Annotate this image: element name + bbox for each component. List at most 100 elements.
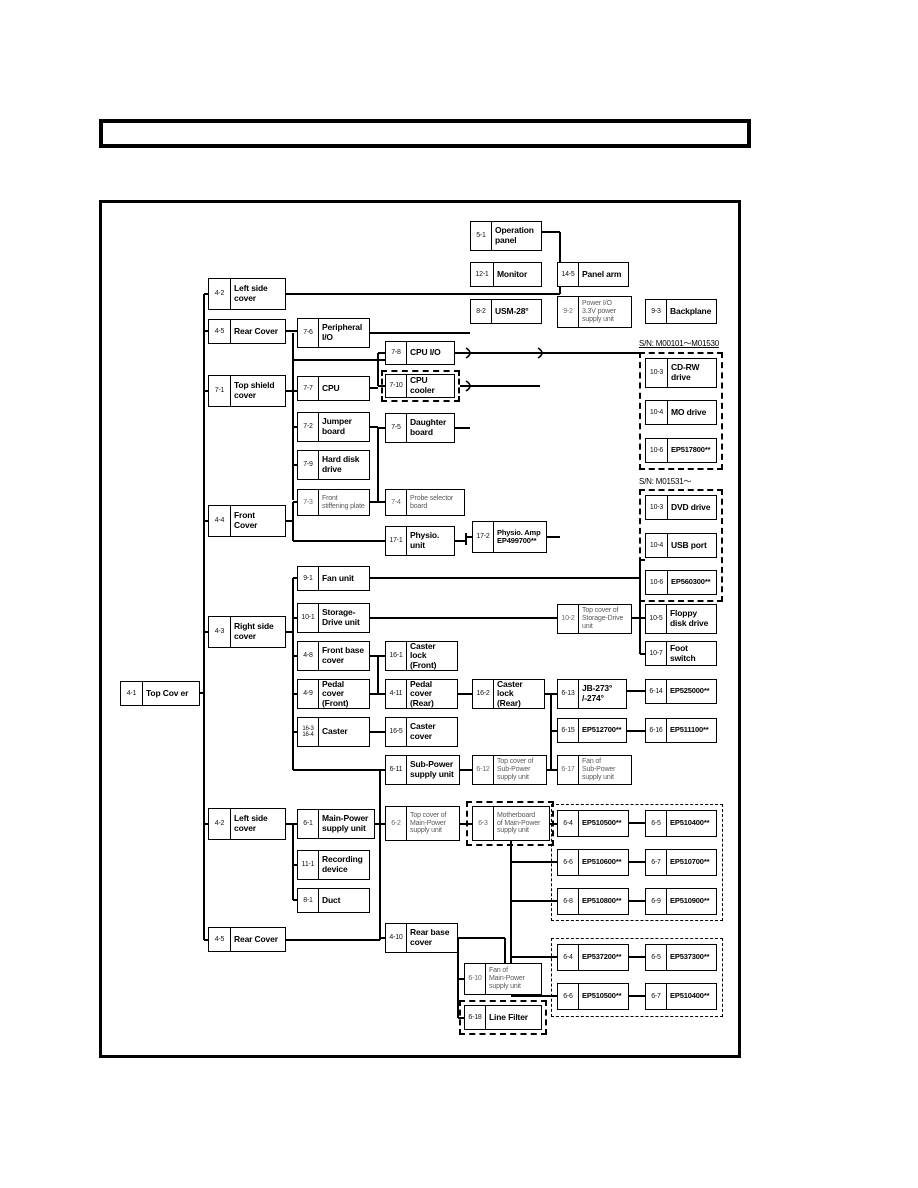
node-ref-number: 6-12 (473, 756, 494, 784)
node-ref-number: 4-5 (209, 928, 231, 951)
diagram-node-n9-3: 9-3 Backplane (645, 299, 717, 324)
diagram-node-n7-1: 7-1 Top shield cover (208, 375, 286, 407)
node-ref-number: 11-1 (298, 851, 319, 879)
node-label: EP510700** (670, 857, 710, 867)
node-ref-number: 10-3 (646, 359, 668, 387)
node-ref-number: 6-4 (558, 811, 579, 836)
diagram-node-n6-7a: 6-7 EP510700** (645, 849, 717, 876)
diagram-node-n7-4: 7-4 Probe selector board (385, 489, 465, 516)
diagram-node-n4-2b: 4-2 Left side cover (208, 808, 286, 840)
diagram-node-n4-8: 4-8 Front base cover (297, 641, 370, 671)
diagram-node-n4-3: 4-3 Right side cover (208, 616, 286, 648)
node-ref-number: 10-1 (298, 604, 319, 632)
node-ref-number: 7-10 (386, 375, 407, 397)
node-label: Left side cover (234, 813, 268, 833)
diagram-node-n16-2: 16-2 Caster lock (Rear) (472, 679, 545, 709)
node-ref-number: 7-6 (298, 319, 319, 347)
diagram-node-n10-7: 10-7 Foot switch (645, 641, 717, 666)
diagram-node-n6-6b: 6-6 EP510500** (557, 983, 629, 1010)
node-ref-number: 4-5 (209, 320, 231, 343)
node-label: Rear Cover (234, 325, 278, 336)
diagram-node-n12-1: 12-1 Monitor (470, 262, 542, 287)
diagram-node-n10-6a: 10-6 EP517800** (645, 438, 717, 463)
node-label: Physio. unit (410, 530, 440, 550)
node-label: EP517800** (671, 445, 711, 455)
node-ref-number: 10-6 (646, 439, 668, 462)
diagram-node-n10-3a: 10-3 CD-RW drive (645, 358, 717, 388)
node-label: Top shield cover (234, 380, 275, 400)
diagram-node-n14-5: 14-5 Panel arm (557, 262, 629, 287)
node-label: Backplane (670, 305, 712, 316)
node-label: EP511100** (670, 725, 709, 735)
node-label: Sub-Power supply unit (410, 759, 454, 779)
diagram-node-n6-5a: 6-5 EP510400** (645, 810, 717, 837)
diagram-node-n10-6b: 10-6 EP560300** (645, 570, 717, 595)
node-label: Floppy disk drive (670, 608, 709, 628)
node-label: Physio. Amp EP499700** (497, 527, 541, 545)
diagram-node-n16-5: 16-5 Caster cover (385, 717, 458, 747)
diagram-node-n6-10: 6-10 Fan of Main-Power supply unit (464, 963, 542, 995)
diagram-node-n6-5b: 6-5 EP537300** (645, 944, 717, 971)
node-label: Right side cover (234, 621, 274, 641)
diagram-node-n6-6a: 6-6 EP510600** (557, 849, 629, 876)
diagram-node-n6-13: 6-13 JB-273°/-274° (557, 679, 627, 709)
node-label: Probe selector board (410, 494, 454, 510)
node-ref-number: 4-3 (209, 617, 231, 647)
node-label: EP537300** (670, 952, 710, 962)
node-ref-number: 7-9 (298, 451, 319, 479)
node-label: Fan of Main-Power supply unit (489, 967, 525, 990)
diagram-node-n6-14: 6-14 EP525000** (645, 679, 717, 704)
diagram-node-n11-1: 11-1 Recording device (297, 850, 370, 880)
node-ref-number: 7-2 (298, 413, 319, 441)
node-label: Rear base cover (410, 927, 450, 947)
node-ref-number: 4-8 (298, 642, 319, 670)
node-ref-number: 6-17 (558, 756, 579, 784)
node-ref-number: 6-18 (465, 1006, 486, 1029)
node-ref-number: 16-2 (473, 680, 494, 708)
node-ref-number: 10-7 (646, 642, 667, 665)
node-ref-number: 6-15 (558, 719, 579, 742)
node-ref-number: 6-5 (646, 945, 667, 970)
diagram-node-n4-5b: 4-5 Rear Cover (208, 927, 286, 952)
diagram-node-n7-10: 7-10 CPU cooler (385, 374, 455, 398)
node-ref-number: 6-11 (386, 756, 407, 784)
diagram-node-n17-2: 17-2 Physio. Amp EP499700** (472, 521, 547, 553)
diagram-node-n6-11: 6-11 Sub-Power supply unit (385, 755, 460, 785)
node-label: DVD drive (671, 501, 711, 512)
node-ref-number: 6-6 (558, 984, 579, 1009)
node-label: Motherboard of Main-Power supply unit (497, 811, 541, 835)
diagram-node-n4-5a: 4-5 Rear Cover (208, 319, 286, 344)
node-ref-number: 6-10 (465, 964, 486, 994)
node-label: EP525000** (670, 686, 710, 696)
node-label: Front stiffening plate (322, 494, 365, 510)
node-ref-number: 16-1 (386, 642, 407, 670)
node-label: Monitor (497, 268, 528, 279)
node-label: Recording device (322, 854, 363, 874)
node-ref-number: 4-4 (209, 506, 231, 536)
node-ref-number: 10-4 (646, 401, 668, 424)
node-ref-number: 6-3 (473, 807, 494, 840)
node-label: Left side cover (234, 283, 268, 303)
node-label: EP510400** (670, 818, 710, 828)
diagram-node-n10-3b: 10-3 DVD drive (645, 495, 717, 520)
diagram-node-n6-8: 6-8 EP510800** (557, 888, 629, 915)
node-ref-number: 6-13 (558, 680, 579, 708)
node-ref-number: 6-4 (558, 945, 579, 970)
node-ref-number: 6-5 (646, 811, 667, 836)
node-ref-number: 7-1 (209, 376, 231, 406)
diagram-node-n4-9: 4-9 Pedal cover (Front) (297, 679, 370, 709)
node-ref-number: 10-3 (646, 496, 668, 519)
diagram-node-n7-9: 7-9 Hard disk drive (297, 450, 370, 480)
diagram-node-n5-1: 5-1 Operation panel (470, 221, 542, 251)
diagram-node-n6-4a: 6-4 EP510500** (557, 810, 629, 837)
node-label: Front base cover (322, 645, 364, 665)
node-label: EP510400** (670, 991, 710, 1001)
diagram-node-n6-1: 6-1 Main-Power supply unit (297, 809, 375, 839)
node-label: Caster cover (410, 721, 436, 741)
node-ref-number: 4-9 (298, 680, 319, 708)
node-label: EP560300** (671, 577, 711, 587)
node-label: Pedal cover (Rear) (410, 678, 434, 708)
diagram-node-n6-4b: 6-4 EP537200** (557, 944, 629, 971)
node-ref-number: 16-5 (386, 718, 407, 746)
node-ref-number: 6-7 (646, 984, 667, 1009)
